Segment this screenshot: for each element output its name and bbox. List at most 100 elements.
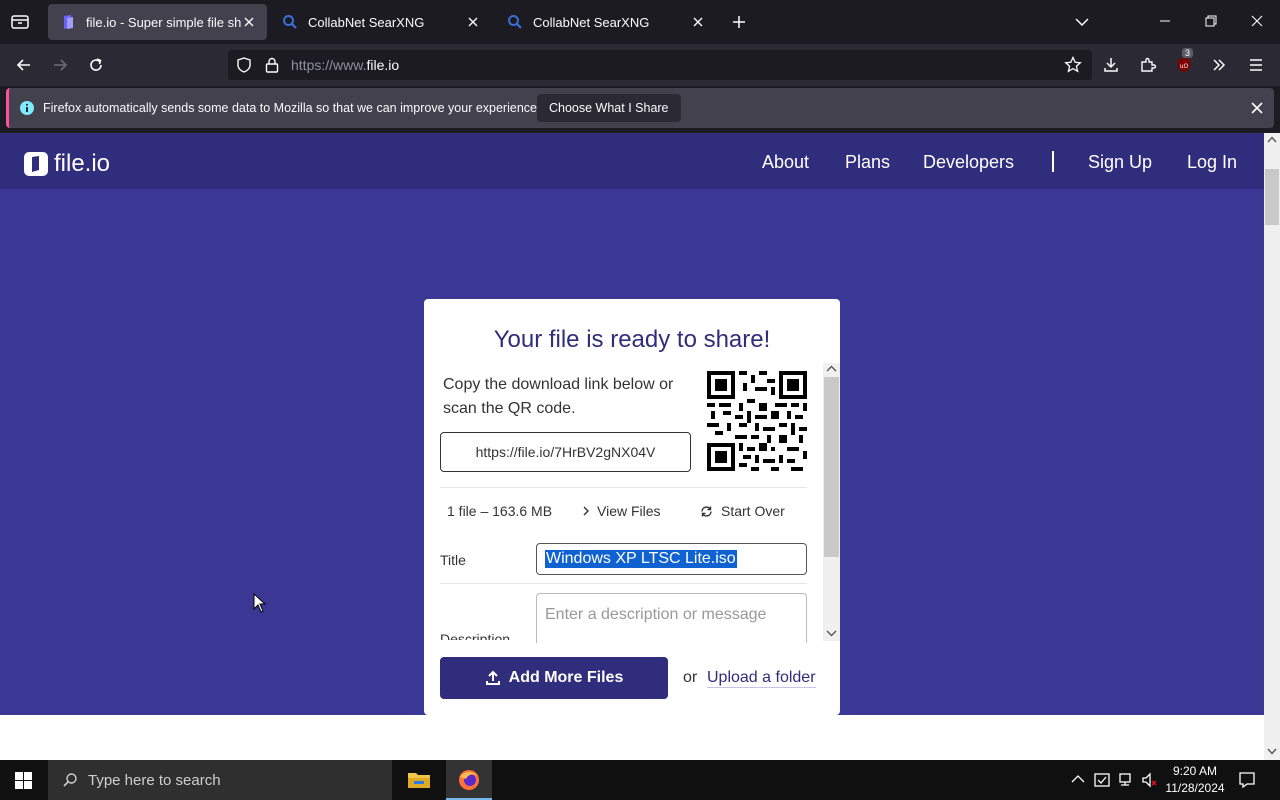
notification-text: Firefox automatically sends some data to… [43,101,541,115]
taskbar-search-box[interactable]: Type here to search [48,760,392,800]
search-placeholder: Type here to search [88,771,221,789]
network-icon[interactable] [1118,772,1136,788]
notifications-icon[interactable] [1238,771,1256,789]
description-field[interactable]: Enter a description or message [536,593,807,643]
divider [440,583,807,584]
close-icon[interactable] [1249,100,1265,116]
chevron-down-icon[interactable] [1074,14,1090,30]
upload-icon [485,670,501,686]
downloads-icon[interactable] [1097,52,1125,78]
search-icon [507,14,523,30]
title-label: Title [440,552,466,568]
qr-code [707,371,807,471]
scrollbar-thumb[interactable] [1265,169,1279,225]
ublock-origin-icon[interactable]: uO 3 [1170,48,1198,78]
shield-icon[interactable] [236,57,252,73]
page-scrollbar[interactable] [1264,133,1280,760]
restore-icon[interactable] [1204,14,1218,28]
telemetry-notification-bar: Firefox automatically sends some data to… [6,88,1274,128]
add-more-files-label: Add More Files [508,669,624,686]
page-footer-area [0,715,1264,760]
chevron-up-icon[interactable] [826,365,837,373]
start-over-label: Start Over [721,503,785,519]
close-tab-icon[interactable] [465,14,481,30]
nav-about-link[interactable]: About [762,152,809,173]
forward-icon[interactable] [46,52,74,78]
info-icon [19,100,35,116]
view-files-button[interactable]: View Files [582,503,661,519]
title-value: Windows XP LTSC Lite.iso [545,550,737,568]
choose-what-i-share-button[interactable]: Choose What I Share [537,94,681,122]
url-text: https://www.file.io [291,57,399,73]
bookmark-star-icon[interactable] [1064,56,1082,74]
tab-searxng-1[interactable]: CollabNet SearXNG [270,4,491,40]
fileio-favicon [60,14,76,30]
nav-divider [1052,151,1054,172]
add-more-files-button[interactable]: Add More Files [440,657,668,699]
svg-text:uO: uO [1180,63,1189,70]
chevron-down-icon[interactable] [1267,748,1277,755]
url-prefix: https://www. [291,57,367,73]
reload-icon[interactable] [82,52,110,78]
title-field[interactable]: Windows XP LTSC Lite.iso [536,543,807,575]
nav-signup-link[interactable]: Sign Up [1088,152,1152,173]
tab-label: file.io - Super simple file sharing [86,14,241,30]
close-tab-icon[interactable] [690,14,706,30]
new-tab-icon[interactable] [731,14,747,30]
volume-muted-icon[interactable] [1141,772,1159,788]
extension-badge: 3 [1182,48,1194,58]
security-tray-icon[interactable] [1094,772,1112,788]
extensions-icon[interactable] [1134,52,1162,78]
lock-icon[interactable] [264,56,280,74]
tab-searxng-2[interactable]: CollabNet SearXNG [495,4,716,40]
url-domain: file.io [366,57,400,73]
web-page: file.io About Plans Developers Sign Up L… [0,133,1264,760]
or-text: or [683,669,698,686]
site-logo[interactable]: file.io [24,150,110,178]
card-scrollbar[interactable] [823,363,840,641]
download-link-field[interactable]: https://file.io/7HrBV2gNX04V [440,432,691,472]
close-tab-icon[interactable] [241,14,257,30]
windows-start-icon[interactable] [15,772,32,789]
upload-folder-link[interactable]: Upload a folder [707,669,816,688]
overflow-menu-icon[interactable] [1205,52,1233,78]
file-explorer-icon[interactable] [407,770,431,790]
back-icon[interactable] [10,52,38,78]
close-window-icon[interactable] [1250,14,1264,28]
scrollbar-thumb[interactable] [824,377,839,557]
fileio-logo-icon [24,152,48,176]
view-files-label: View Files [597,503,661,519]
divider [440,487,807,488]
navigation-toolbar: https://www.file.io uO 3 [0,44,1280,86]
chevron-up-icon[interactable] [1267,136,1277,143]
hamburger-menu-icon[interactable] [1242,52,1270,78]
nav-login-link[interactable]: Log In [1187,152,1237,173]
tab-bar: file.io - Super simple file sharing Coll… [0,0,1280,44]
tab-label: CollabNet SearXNG [308,14,425,30]
tab-label: CollabNet SearXNG [533,14,650,30]
nav-developers-link[interactable]: Developers [923,152,1014,173]
search-icon [62,772,78,788]
firefox-taskbar-icon[interactable] [446,760,492,800]
start-over-button[interactable]: Start Over [700,503,785,519]
card-title: Your file is ready to share! [493,326,771,353]
logo-text: file.io [54,150,111,177]
tab-fileio[interactable]: file.io - Super simple file sharing [48,4,267,40]
description-label: Description [440,631,511,647]
nav-plans-link[interactable]: Plans [845,152,890,173]
list-all-tabs-icon[interactable] [10,13,30,31]
file-info: 1 file – 163.6 MB [447,503,553,519]
chevron-right-icon [582,506,590,516]
system-clock[interactable]: 9:20 AM 11/28/2024 [1160,763,1230,797]
refresh-icon [700,505,713,518]
share-card: Your file is ready to share! Copy the do… [424,299,840,715]
site-header: file.io About Plans Developers Sign Up L… [0,133,1264,189]
chevron-up-icon[interactable] [1071,774,1085,784]
minimize-icon[interactable] [1158,14,1172,28]
clock-date: 11/28/2024 [1165,781,1225,795]
clock-time: 9:20 AM [1172,764,1218,778]
chevron-down-icon[interactable] [826,629,837,637]
mouse-cursor-icon [253,593,267,613]
url-bar[interactable]: https://www.file.io [228,50,1092,80]
search-icon [282,14,298,30]
